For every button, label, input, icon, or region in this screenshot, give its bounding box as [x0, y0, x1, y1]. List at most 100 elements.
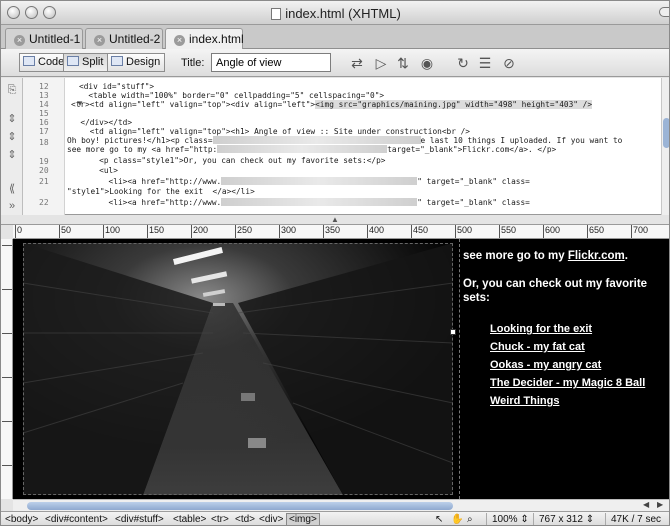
file-management-icon[interactable]: ⇄: [349, 55, 365, 71]
document-toolbar: Code Split Design Title: ⇄ ▷ ⇅ ◉ ↻ ☰ ⊘: [1, 49, 669, 77]
scroll-thumb[interactable]: [663, 118, 669, 148]
design-view[interactable]: see more go to my Flickr.com. Or, you ca…: [13, 239, 669, 499]
ruler-mark: 650: [587, 225, 604, 238]
tag-selector-img[interactable]: <img>: [286, 513, 320, 525]
close-tab-icon[interactable]: ×: [174, 35, 185, 46]
image-selection-outline: [23, 243, 453, 495]
line-number: 14: [39, 100, 49, 109]
set-link[interactable]: Ookas - my angry cat: [490, 359, 601, 371]
window-title: index.html (XHTML): [1, 6, 669, 21]
design-view-button[interactable]: Design: [107, 53, 166, 72]
visual-aids-icon[interactable]: ◉: [419, 55, 435, 71]
more-tools-icon[interactable]: »: [5, 200, 19, 212]
vertical-ruler-tick: [2, 465, 12, 466]
close-tab-icon[interactable]: ×: [94, 35, 105, 46]
refresh-icon[interactable]: ↻: [455, 55, 471, 71]
close-tab-icon[interactable]: ×: [14, 35, 25, 46]
code-line: "style1">Looking for the exit </a></li>: [67, 187, 255, 196]
code-line: </div></td>: [71, 118, 133, 127]
set-link[interactable]: The Decider - my Magic 8 Ball: [490, 377, 645, 389]
vertical-ruler-tick: [2, 377, 12, 378]
line-number: 20: [39, 166, 49, 175]
toolbar-toggle-button[interactable]: [659, 7, 669, 17]
view-options-icon[interactable]: ☰: [477, 55, 493, 71]
redacted-text: [221, 177, 418, 185]
image-resize-handle[interactable]: [450, 329, 456, 335]
status-bar: <body> <div#content> <div#stuff> <table>…: [1, 511, 669, 525]
ruler-mark: 100: [103, 225, 120, 238]
vertical-ruler-tick: [2, 289, 12, 290]
collapse-selection-icon[interactable]: ⇕: [5, 130, 19, 143]
tag-selector-body[interactable]: <body>: [5, 514, 38, 525]
ruler-mark: 200: [191, 225, 208, 238]
ruler-mark: 150: [147, 225, 164, 238]
validate-icon[interactable]: ⊘: [501, 55, 517, 71]
tag-selector-div-stuff[interactable]: <div#stuff>: [115, 514, 164, 525]
line-number: 18: [39, 138, 49, 147]
scroll-right-icon[interactable]: ▶: [657, 500, 663, 509]
favorite-sets-list: Looking for the exit Chuck - my fat cat …: [490, 321, 645, 411]
design-view-icon: [111, 56, 123, 66]
split-view-button[interactable]: Split: [63, 53, 109, 72]
tag-selector-table[interactable]: <table>: [173, 514, 206, 525]
expand-all-icon[interactable]: ⇕: [5, 148, 19, 161]
line-number: 13: [39, 91, 49, 100]
tag-selector-div-content[interactable]: <div#content>: [45, 514, 108, 525]
set-link[interactable]: Looking for the exit: [490, 323, 592, 335]
tag-selector-td[interactable]: <td>: [235, 514, 255, 525]
code-line: see more go to my <a href="http: target="…: [67, 145, 557, 154]
design-horizontal-scrollbar[interactable]: ◀ ▶: [13, 499, 669, 511]
hand-tool-icon[interactable]: ✋: [451, 514, 463, 525]
tag-selector-tr[interactable]: <tr>: [211, 514, 229, 525]
code-line: <table width="100%" border="0" cellpaddi…: [79, 91, 385, 100]
code-editor[interactable]: <div id="stuff"> <table width="100%" bor…: [67, 78, 661, 215]
tab-index-html[interactable]: × index.html: [165, 28, 244, 50]
ruler-mark: 450: [411, 225, 428, 238]
code-line: <ul>: [71, 166, 118, 175]
list-item: Ookas - my angry cat: [490, 357, 645, 375]
open-documents-icon[interactable]: ⎘: [5, 84, 19, 97]
vertical-ruler-tick: [2, 333, 12, 334]
flickr-link[interactable]: Flickr.com: [568, 250, 625, 262]
vertical-ruler-tick: [2, 421, 12, 422]
content-column: see more go to my Flickr.com. Or, you ca…: [459, 239, 669, 499]
tab-untitled-1[interactable]: × Untitled-1: [5, 28, 83, 49]
code-vertical-scrollbar[interactable]: [661, 78, 669, 215]
redacted-text: [212, 136, 421, 144]
ruler-mark: 700: [631, 225, 648, 238]
collapse-tag-icon[interactable]: ⇕: [5, 112, 19, 125]
code-view[interactable]: ⎘ ⇕ ⇕ ⇕ ⟪ » 12 13 14 ▼ 15 16 17 18 19 20…: [1, 78, 669, 215]
coding-toolbar: ⎘ ⇕ ⇕ ⇕ ⟪ »: [1, 78, 23, 215]
list-item: Looking for the exit: [490, 321, 645, 339]
list-item: Weird Things: [490, 393, 645, 411]
scroll-thumb[interactable]: [27, 502, 453, 510]
vertical-ruler: [1, 239, 13, 499]
line-number: 17: [39, 127, 49, 136]
set-link[interactable]: Weird Things: [490, 395, 559, 407]
code-line: Oh boy! pictures!</h1><p class= e last 10…: [67, 136, 623, 145]
tab-untitled-2[interactable]: × Untitled-2: [85, 28, 163, 49]
zoom-select[interactable]: 100% ⇕: [486, 513, 529, 525]
apply-comment-icon[interactable]: ⟪: [5, 182, 19, 195]
scroll-left-icon[interactable]: ◀: [643, 500, 649, 509]
select-tool-icon[interactable]: ↖: [435, 514, 443, 525]
ruler-mark: 500: [455, 225, 472, 238]
line-number-gutter: 12 13 14 ▼ 15 16 17 18 19 20 21 22: [23, 78, 84, 215]
code-view-icon: [23, 56, 35, 66]
splitter-grip-icon[interactable]: ▲: [331, 215, 339, 224]
code-line: <li><a href="http://www. " target="_blank…: [71, 198, 530, 207]
set-link[interactable]: Chuck - my fat cat: [490, 341, 585, 353]
split-divider[interactable]: ▲: [1, 215, 669, 225]
preview-in-browser-icon[interactable]: ▷: [373, 55, 389, 71]
window-size-select[interactable]: 767 x 312 ⇕: [533, 513, 594, 525]
line-number: 12: [39, 82, 49, 91]
tag-selector-div[interactable]: <div>: [259, 514, 283, 525]
ruler-mark: 350: [323, 225, 340, 238]
page-title-input[interactable]: [211, 53, 331, 72]
zoom-tool-icon[interactable]: ⌕: [467, 514, 473, 525]
debug-icon[interactable]: ⇅: [395, 55, 411, 71]
line-number: 21: [39, 177, 49, 186]
selected-img-tag: <img src="graphics/maining.jpg" width="4…: [315, 100, 593, 109]
vertical-ruler-tick: [2, 245, 12, 246]
code-view-button[interactable]: Code: [19, 53, 70, 72]
